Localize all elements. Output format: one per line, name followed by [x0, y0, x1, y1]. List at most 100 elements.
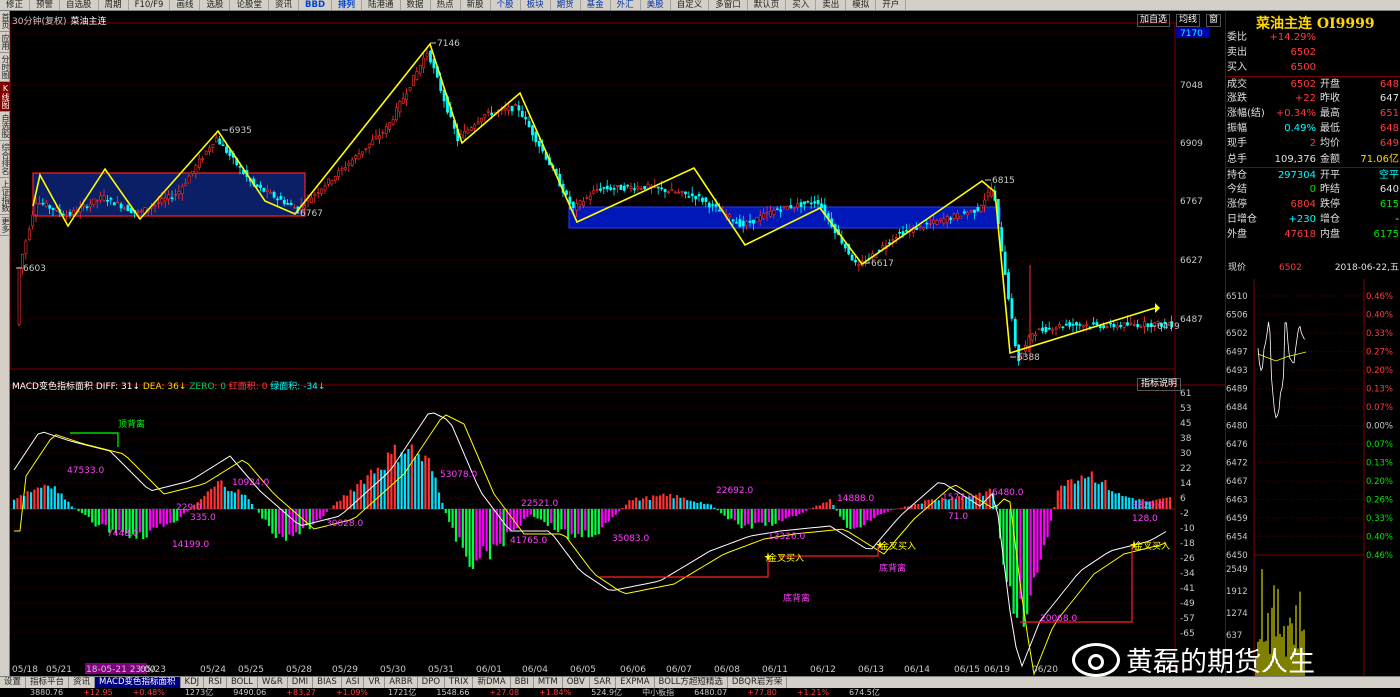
sidebar-tab[interactable]: 应用: [0, 32, 10, 53]
mini-right-tick: 0.20%: [1366, 477, 1393, 487]
x-tick-label: 05/21: [46, 665, 72, 675]
mini-right-tick: 0.33%: [1366, 329, 1393, 339]
candle-body: [1037, 328, 1041, 331]
indicator-tab[interactable]: RSI: [204, 677, 227, 688]
candle-body: [779, 209, 783, 212]
candle-body: [112, 202, 116, 206]
sidebar-tab[interactable]: 自选股: [0, 112, 10, 141]
toolbar-item[interactable]: 陆港通: [362, 0, 401, 10]
candle-body: [1081, 325, 1085, 328]
toolbar-item[interactable]: 多窗口: [709, 0, 748, 10]
indicator-tab[interactable]: DBQR岩芳荣: [728, 677, 788, 688]
macd-value-label: 13326.0: [768, 532, 805, 542]
macd-value-label: 30028.0: [326, 519, 363, 529]
indicator-tab[interactable]: BBI: [511, 677, 534, 688]
quote-row: 今结 0 昨结 640: [1226, 182, 1400, 197]
toolbar-item[interactable]: 模拟: [846, 0, 877, 10]
indicator-tab[interactable]: OBV: [563, 677, 590, 688]
sidebar-tab[interactable]: 上证指数: [0, 178, 10, 215]
kline-chart-area[interactable]: 7170 7048 6909 6767 6627 6487 7146 6935 6603 6767…: [10, 11, 1225, 676]
indicator-tab[interactable]: TRIX: [445, 677, 474, 688]
indicator-tab[interactable]: 新DMA: [473, 677, 511, 688]
toolbar-item[interactable]: 新股: [461, 0, 491, 10]
add-favorite-button[interactable]: 加自选: [1136, 14, 1170, 27]
indicator-tab[interactable]: MACD变色指标面积: [95, 677, 181, 688]
indicator-tab[interactable]: SAR: [590, 677, 617, 688]
toolbar-item[interactable]: 个股: [491, 0, 521, 10]
candle-body: [857, 263, 861, 267]
toolbar-item[interactable]: 预警: [30, 0, 61, 10]
candle-body: [483, 114, 487, 118]
candle-body: [116, 201, 120, 204]
toolbar-item[interactable]: 周期: [99, 0, 129, 10]
indicator-tab[interactable]: BOLL方超短精选: [655, 677, 728, 688]
toolbar-item[interactable]: 买入: [786, 0, 817, 10]
candle-body: [92, 198, 96, 205]
indicator-tab[interactable]: BIAS: [313, 677, 342, 688]
indicator-tab[interactable]: VR: [364, 677, 386, 688]
toolbar-item[interactable]: 论股堂: [230, 0, 269, 10]
indicator-tab[interactable]: BOLL: [227, 677, 258, 688]
sidebar-tab[interactable]: 分时图: [0, 53, 10, 82]
toolbar-item[interactable]: 默认页: [748, 0, 787, 10]
sidebar-tab[interactable]: 首页: [0, 11, 10, 32]
toolbar-item[interactable]: 画线: [170, 0, 201, 10]
toolbar-item[interactable]: 数据: [401, 0, 431, 10]
candle-body: [918, 225, 922, 227]
quote-row: 外盘 47618 内盘 6175: [1226, 227, 1400, 242]
indicator-tab[interactable]: 设置: [0, 677, 27, 688]
intraday-mini-chart[interactable]: 6510 6506 6502 6497 6493 6489 6484 6480 6476 6472…: [1226, 279, 1400, 677]
toolbar-item[interactable]: 资讯: [269, 0, 299, 10]
candle-body: [408, 87, 412, 91]
toolbar-item[interactable]: F10/F9: [129, 0, 171, 10]
toolbar-item[interactable]: 开户: [876, 0, 907, 10]
indicator-tab[interactable]: 资讯: [69, 677, 96, 688]
toolbar-item[interactable]: 板块: [521, 0, 551, 10]
quote-value: 297304: [1277, 169, 1316, 181]
quote-label: 昨收: [1320, 92, 1340, 104]
indicator-tab[interactable]: DMI: [288, 677, 314, 688]
indicator-tab[interactable]: KDJ: [181, 677, 205, 688]
indicator-tab[interactable]: DPO: [418, 677, 446, 688]
toolbar-item[interactable]: 卖出: [816, 0, 847, 10]
indicator-help-button[interactable]: 指标说明: [1136, 378, 1181, 391]
moving-average-button[interactable]: 均线: [1175, 14, 1200, 27]
period-label[interactable]: 30分钟(复权): [12, 17, 66, 27]
candle-body: [51, 207, 55, 210]
toolbar-item[interactable]: 自选股: [60, 0, 99, 10]
candle-body: [286, 203, 290, 205]
quote-value: 651: [1379, 107, 1399, 119]
sidebar-tab[interactable]: 综合排名: [0, 141, 10, 178]
toolbar-item[interactable]: 排列: [332, 0, 363, 10]
toolbar-item[interactable]: 选股: [200, 0, 231, 10]
kline-chart[interactable]: 7170 7048 6909 6767 6627 6487 7146 6935 6603 6767…: [10, 11, 1225, 676]
swing-price-label: 6388: [1017, 353, 1040, 363]
macd-indicator-name[interactable]: MACD变色指标面积: [12, 382, 93, 392]
toolbar-item[interactable]: 外汇: [611, 0, 641, 10]
toolbar-item[interactable]: BBD: [299, 0, 333, 10]
toolbar-item[interactable]: 热点: [431, 0, 461, 10]
toolbar-item[interactable]: 基金: [581, 0, 611, 10]
mini-left-tick: 6497: [1226, 348, 1248, 358]
sidebar-tab[interactable]: 更多: [0, 215, 10, 236]
toolbar-item[interactable]: 美股: [641, 0, 671, 10]
indicator-tab[interactable]: EXPMA: [616, 677, 655, 688]
indicator-tab[interactable]: MTM: [534, 677, 563, 688]
toolbar-item[interactable]: 修正: [0, 0, 31, 10]
window-button[interactable]: 窗: [1205, 14, 1221, 27]
candle-body: [422, 58, 426, 69]
indicator-tab[interactable]: ASI: [342, 677, 365, 688]
quote-label: 买入: [1227, 62, 1247, 74]
indicator-tab[interactable]: W&R: [258, 677, 288, 688]
candle-body: [269, 192, 273, 194]
top-divergence-label: 顶背离: [118, 418, 145, 430]
candle-body: [718, 209, 721, 212]
candle-body: [1058, 324, 1061, 328]
sidebar-tab[interactable]: K线图: [0, 82, 10, 112]
indicator-tab[interactable]: ARBR: [385, 677, 418, 688]
indicator-tab[interactable]: 指标平台: [26, 677, 70, 688]
toolbar-item[interactable]: 期货: [551, 0, 581, 10]
candle-body: [667, 191, 670, 194]
candle-body: [758, 215, 762, 222]
toolbar-item[interactable]: 自定义: [671, 0, 710, 10]
